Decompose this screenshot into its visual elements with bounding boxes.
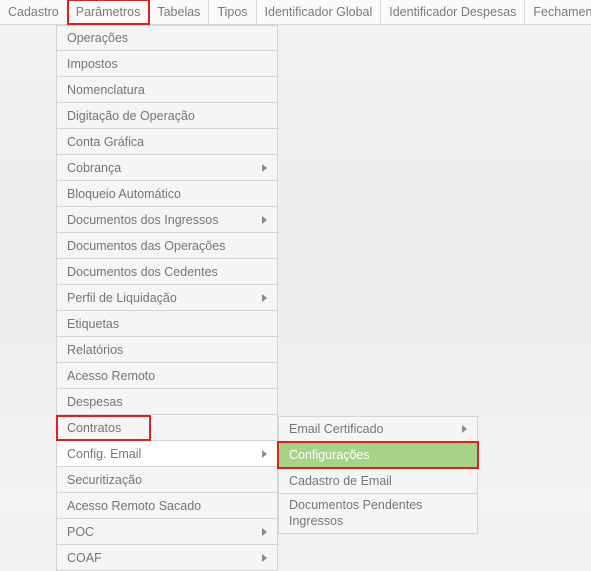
dropdown-label: Operações <box>67 31 128 45</box>
dropdown-label: Documentos dos Ingressos <box>67 213 218 227</box>
submenu-config-email: Email Certificado Configurações Cadastro… <box>278 416 478 534</box>
submenu-item-doc-pendentes[interactable]: Documentos Pendentes Ingressos <box>278 494 478 534</box>
dropdown-item-bloqueio[interactable]: Bloqueio Automático <box>56 181 278 207</box>
dropdown-label: Securitização <box>67 473 142 487</box>
dropdown-item-etiquetas[interactable]: Etiquetas <box>56 311 278 337</box>
submenu-item-email-certificado[interactable]: Email Certificado <box>278 416 478 442</box>
menu-label: Identificador Despesas <box>389 5 516 19</box>
dropdown-label: Perfil de Liquidação <box>67 291 177 305</box>
dropdown-item-nomenclatura[interactable]: Nomenclatura <box>56 77 278 103</box>
dropdown-item-coaf[interactable]: COAF <box>56 545 278 571</box>
dropdown-item-perfil-liquidacao[interactable]: Perfil de Liquidação <box>56 285 278 311</box>
menubar: Cadastro Parâmetros Tabelas Tipos Identi… <box>0 0 591 25</box>
submenu-item-configuracoes[interactable]: Configurações <box>278 442 478 468</box>
dropdown-item-acesso-remoto[interactable]: Acesso Remoto <box>56 363 278 389</box>
dropdown-label: COAF <box>67 551 102 565</box>
dropdown-item-impostos[interactable]: Impostos <box>56 51 278 77</box>
dropdown-item-doc-operacoes[interactable]: Documentos das Operações <box>56 233 278 259</box>
dropdown-label: Digitação de Operação <box>67 109 195 123</box>
dropdown-item-doc-cedentes[interactable]: Documentos dos Cedentes <box>56 259 278 285</box>
menu-label: Tabelas <box>157 5 200 19</box>
dropdown-item-relatorios[interactable]: Relatórios <box>56 337 278 363</box>
dropdown-item-cobranca[interactable]: Cobrança <box>56 155 278 181</box>
submenu-label: Documentos Pendentes Ingressos <box>289 498 467 529</box>
dropdown-item-conta-grafica[interactable]: Conta Gráfica <box>56 129 278 155</box>
submenu-label: Email Certificado <box>289 422 383 436</box>
dropdown-label: Acesso Remoto Sacado <box>67 499 201 513</box>
dropdown-item-doc-ingressos[interactable]: Documentos dos Ingressos <box>56 207 278 233</box>
dropdown-label: Contratos <box>67 421 121 435</box>
submenu-item-cadastro-email[interactable]: Cadastro de Email <box>278 468 478 494</box>
menu-tipos[interactable]: Tipos <box>209 0 256 24</box>
dropdown-label: Nomenclatura <box>67 83 145 97</box>
menu-fechamento[interactable]: Fechamento <box>525 0 591 24</box>
dropdown-label: Acesso Remoto <box>67 369 155 383</box>
dropdown-item-contratos[interactable]: Contratos <box>56 415 278 441</box>
dropdown-item-acesso-remoto-sacado[interactable]: Acesso Remoto Sacado <box>56 493 278 519</box>
chevron-right-icon <box>262 294 267 302</box>
chevron-right-icon <box>262 554 267 562</box>
chevron-right-icon <box>262 528 267 536</box>
dropdown-label: Config. Email <box>67 447 141 461</box>
dropdown-label: Etiquetas <box>67 317 119 331</box>
dropdown-label: Cobrança <box>67 161 121 175</box>
chevron-right-icon <box>262 164 267 172</box>
dropdown-label: Impostos <box>67 57 118 71</box>
dropdown-label: Conta Gráfica <box>67 135 144 149</box>
menu-identificador-despesas[interactable]: Identificador Despesas <box>381 0 525 24</box>
dropdown-item-config-email[interactable]: Config. Email <box>56 441 278 467</box>
menu-label: Identificador Global <box>265 5 373 19</box>
dropdown-item-despesas[interactable]: Despesas <box>56 389 278 415</box>
dropdown-item-operacoes[interactable]: Operações <box>56 25 278 51</box>
dropdown-label: Relatórios <box>67 343 123 357</box>
dropdown-item-poc[interactable]: POC <box>56 519 278 545</box>
menu-tabelas[interactable]: Tabelas <box>149 0 209 24</box>
menu-label: Parâmetros <box>76 5 141 19</box>
menu-label: Cadastro <box>8 5 59 19</box>
menu-cadastro[interactable]: Cadastro <box>0 0 68 24</box>
dropdown-label: Documentos das Operações <box>67 239 225 253</box>
submenu-label: Configurações <box>289 448 370 462</box>
dropdown-item-digitacao[interactable]: Digitação de Operação <box>56 103 278 129</box>
chevron-right-icon <box>462 425 467 433</box>
menu-identificador-global[interactable]: Identificador Global <box>257 0 382 24</box>
chevron-right-icon <box>262 450 267 458</box>
dropdown-label: Documentos dos Cedentes <box>67 265 218 279</box>
menu-parametros[interactable]: Parâmetros <box>68 0 150 24</box>
dropdown-label: Bloqueio Automático <box>67 187 181 201</box>
menu-label: Tipos <box>217 5 247 19</box>
chevron-right-icon <box>262 216 267 224</box>
dropdown-label: Despesas <box>67 395 123 409</box>
menu-label: Fechamento <box>533 5 591 19</box>
dropdown-parametros: Operações Impostos Nomenclatura Digitaçã… <box>56 25 278 571</box>
dropdown-item-securitizacao[interactable]: Securitização <box>56 467 278 493</box>
submenu-label: Cadastro de Email <box>289 474 392 488</box>
dropdown-label: POC <box>67 525 94 539</box>
